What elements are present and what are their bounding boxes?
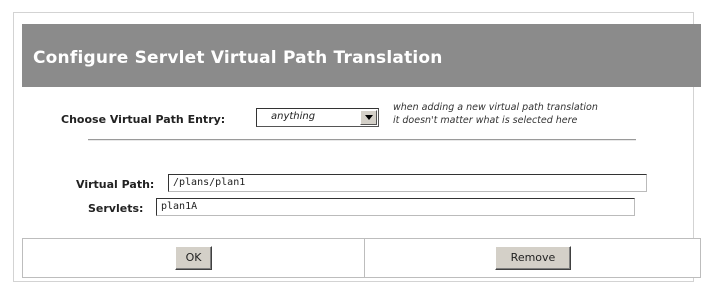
selection-hint: when adding a new virtual path translati…	[393, 101, 598, 127]
virtual-path-entry-select[interactable]: anything	[256, 108, 379, 127]
hint-line-2: it doesn't matter what is selected here	[393, 115, 578, 126]
select-value: anything	[271, 111, 316, 122]
virtual-path-label: Virtual Path:	[76, 178, 155, 191]
chevron-down-icon	[365, 115, 373, 120]
virtual-path-input[interactable]: /plans/plan1	[168, 174, 647, 192]
servlets-input[interactable]: plan1A	[156, 198, 635, 216]
button-cell-divider	[364, 239, 365, 277]
servlets-label: Servlets:	[88, 202, 144, 215]
hint-line-1: when adding a new virtual path translati…	[393, 102, 598, 113]
ok-button[interactable]: OK	[175, 246, 212, 270]
choose-entry-label: Choose Virtual Path Entry:	[61, 113, 226, 126]
section-divider	[88, 139, 636, 141]
remove-button[interactable]: Remove	[495, 246, 571, 270]
dropdown-button[interactable]	[360, 110, 377, 125]
button-row: OK Remove	[22, 238, 701, 278]
title-bar: Configure Servlet Virtual Path Translati…	[22, 24, 701, 87]
page-title: Configure Servlet Virtual Path Translati…	[33, 48, 443, 68]
